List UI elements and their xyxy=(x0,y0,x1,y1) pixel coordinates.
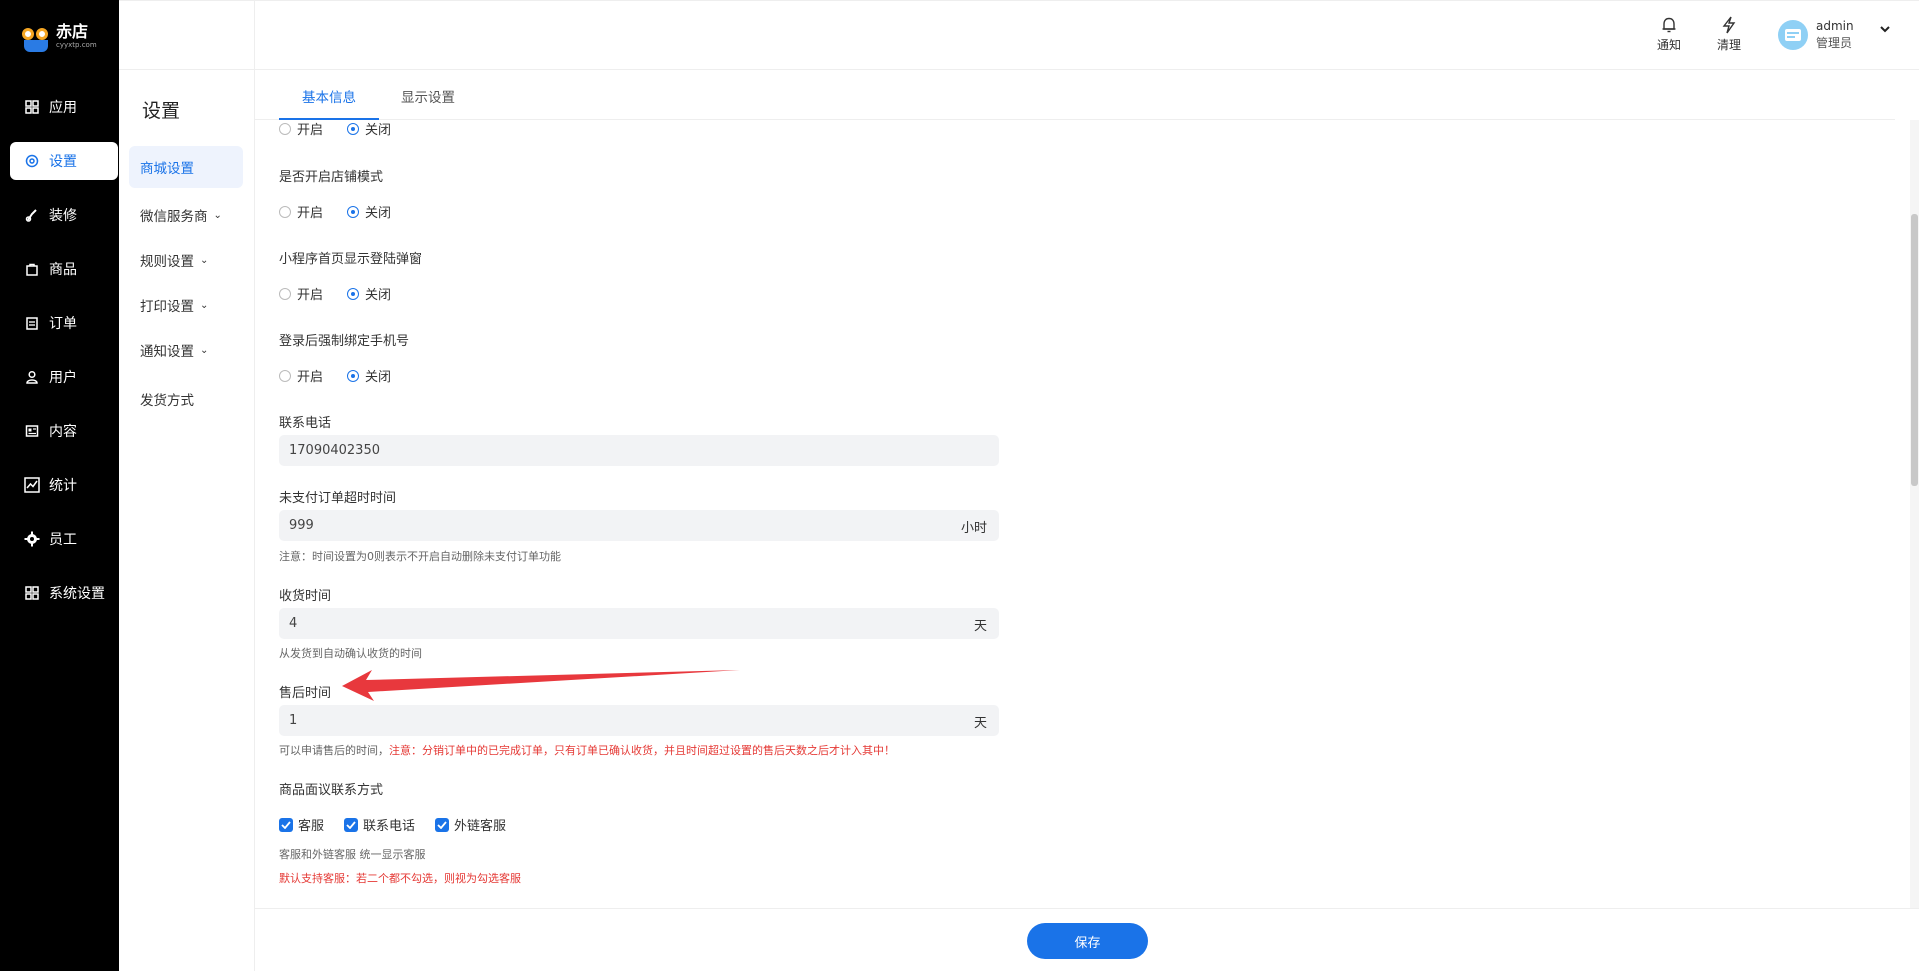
bag-icon xyxy=(24,261,40,277)
radio-on-option[interactable]: 开启 xyxy=(279,120,323,138)
nav-item-goods[interactable]: 商品 xyxy=(10,250,118,288)
store-mode-on[interactable]: 开启 xyxy=(279,202,323,221)
tab-bar: 基本信息 显示设置 xyxy=(255,70,1895,120)
aftersale-warning: 注意：分销订单中的已完成订单，只有订单已确认收货，并且时间超过设置的售后天数之后… xyxy=(389,744,895,757)
radio-off-option[interactable]: 关闭 xyxy=(347,120,391,138)
phone-input[interactable]: 17090402350 xyxy=(279,435,999,466)
brand-url: cyyxtp.com xyxy=(56,41,97,49)
chevron-down-icon: ⌄ xyxy=(213,209,222,221)
store-mode-off[interactable]: 关闭 xyxy=(347,202,391,221)
chevron-down-icon: ⌄ xyxy=(200,344,209,356)
submenu-item-notify[interactable]: 通知设置 ⌄ xyxy=(129,329,243,371)
notify-button[interactable]: 通知 xyxy=(1651,14,1687,53)
user-menu[interactable]: admin 管理员 xyxy=(1778,18,1854,52)
submenu-item-rules[interactable]: 规则设置 ⌄ xyxy=(129,239,243,281)
tab-display-settings[interactable]: 显示设置 xyxy=(401,86,455,120)
bind-phone-label: 登录后强制绑定手机号 xyxy=(279,334,410,349)
phone-label: 联系电话 xyxy=(279,416,332,431)
clear-cache-button[interactable]: 清理 xyxy=(1711,14,1747,53)
login-popup-off[interactable]: 关闭 xyxy=(347,284,391,303)
contact-method-warning: 默认支持客服：若二个都不勾选，则视为勾选客服 xyxy=(279,872,521,885)
form-footer: 保存 xyxy=(255,908,1919,971)
staff-gear-icon xyxy=(24,531,40,547)
content-icon xyxy=(24,423,40,439)
apps-icon xyxy=(24,585,40,601)
settings-form: 开启 关闭 是否开启店铺模式 开启 关闭 小程序首页显示登陆弹窗 开启 关闭 登… xyxy=(255,120,1915,908)
checkbox-customer-service[interactable]: 客服 xyxy=(279,815,324,834)
nav-item-content[interactable]: 内容 xyxy=(10,412,118,450)
unpaid-timeout-label: 未支付订单超时时间 xyxy=(279,491,397,506)
submenu-item-wechat-provider[interactable]: 微信服务商 ⌄ xyxy=(129,194,243,236)
unit-hours: 小时 xyxy=(960,521,987,536)
nav-item-users[interactable]: 用户 xyxy=(10,358,118,396)
brand-name: 赤店 xyxy=(56,22,89,41)
aftersale-time-input[interactable]: 1 天 xyxy=(279,705,999,736)
bind-phone-radio-group: 开启 关闭 xyxy=(279,366,415,385)
lightning-icon xyxy=(1711,14,1747,36)
gear-icon xyxy=(24,153,40,169)
login-popup-label: 小程序首页显示登陆弹窗 xyxy=(279,252,423,267)
main-nav: 赤店 cyyxtp.com 应用 设置 装修 商品 订单 用户 内容 统计 员工 xyxy=(0,0,119,971)
apps-icon xyxy=(24,99,40,115)
order-icon xyxy=(24,315,40,331)
contact-method-label: 商品面议联系方式 xyxy=(279,783,384,798)
check-icon[interactable] xyxy=(435,817,450,832)
nav-item-settings[interactable]: 设置 xyxy=(10,142,118,180)
avatar xyxy=(1778,20,1808,50)
submenu-item-print[interactable]: 打印设置 ⌄ xyxy=(129,284,243,326)
check-icon[interactable] xyxy=(279,817,293,832)
brand-logo[interactable]: 赤店 cyyxtp.com xyxy=(22,20,97,52)
contact-method-hint: 客服和外链客服 统一显示客服 xyxy=(279,848,426,861)
chevron-down-icon: ⌄ xyxy=(200,254,209,266)
nav-item-stats[interactable]: 统计 xyxy=(10,466,118,504)
bell-icon xyxy=(1651,14,1687,36)
submenu-title: 设置 xyxy=(142,100,181,122)
bind-phone-on[interactable]: 开启 xyxy=(279,366,323,385)
submenu-item-shipping[interactable]: 发货方式 xyxy=(129,378,243,420)
tab-basic-info[interactable]: 基本信息 xyxy=(279,86,379,120)
login-popup-radio-group: 开启 关闭 xyxy=(279,284,415,303)
store-mode-radio-group: 开启 关闭 xyxy=(279,202,415,221)
nav-item-staff[interactable]: 员工 xyxy=(10,520,118,558)
unpaid-timeout-hint: 注意：时间设置为0则表示不开启自动删除未支付订单功能 xyxy=(279,550,561,563)
chevron-down-icon[interactable] xyxy=(1879,23,1891,38)
unit-days: 天 xyxy=(973,619,987,634)
nav-item-system-settings[interactable]: 系统设置 xyxy=(10,574,118,612)
aftersale-time-hint: 可以申请售后的时间，注意：分销订单中的已完成订单，只有订单已确认收货，并且时间超… xyxy=(279,744,895,757)
owl-logo-icon xyxy=(22,20,52,52)
login-popup-on[interactable]: 开启 xyxy=(279,284,323,303)
brush-icon xyxy=(24,207,40,223)
save-button[interactable]: 保存 xyxy=(1027,923,1148,959)
radio-group-previous: 开启 关闭 xyxy=(279,120,415,138)
user-name: admin xyxy=(1816,19,1854,33)
user-icon xyxy=(24,369,40,385)
aftersale-time-label: 售后时间 xyxy=(279,686,332,701)
user-role: 管理员 xyxy=(1816,36,1853,50)
check-icon[interactable] xyxy=(344,817,359,832)
receive-time-hint: 从发货到自动确认收货的时间 xyxy=(279,647,422,660)
bind-phone-off[interactable]: 关闭 xyxy=(347,366,391,385)
unpaid-timeout-input[interactable]: 999 小时 xyxy=(279,510,999,541)
submenu-item-mall-settings[interactable]: 商城设置 xyxy=(129,146,243,188)
chevron-down-icon: ⌄ xyxy=(200,299,209,311)
nav-item-apps[interactable]: 应用 xyxy=(10,88,118,126)
receive-time-label: 收货时间 xyxy=(279,589,332,604)
nav-item-orders[interactable]: 订单 xyxy=(10,304,118,342)
content-scrollbar[interactable] xyxy=(1910,120,1919,908)
store-mode-label: 是否开启店铺模式 xyxy=(279,170,384,185)
contact-method-checkbox-group: 客服 联系电话 外链客服 xyxy=(279,815,526,834)
checkbox-external-service[interactable]: 外链客服 xyxy=(435,815,506,834)
scrollbar-thumb[interactable] xyxy=(1911,214,1918,486)
checkbox-contact-phone[interactable]: 联系电话 xyxy=(344,815,415,834)
settings-submenu: 设置 商城设置 微信服务商 ⌄ 规则设置 ⌄ 打印设置 ⌄ 通知设置 ⌄ 发货方式 xyxy=(119,0,255,971)
chart-icon xyxy=(24,477,40,493)
unit-days: 天 xyxy=(973,716,987,731)
top-bar xyxy=(119,0,1919,70)
nav-item-decorate[interactable]: 装修 xyxy=(10,196,118,234)
receive-time-input[interactable]: 4 天 xyxy=(279,608,999,639)
